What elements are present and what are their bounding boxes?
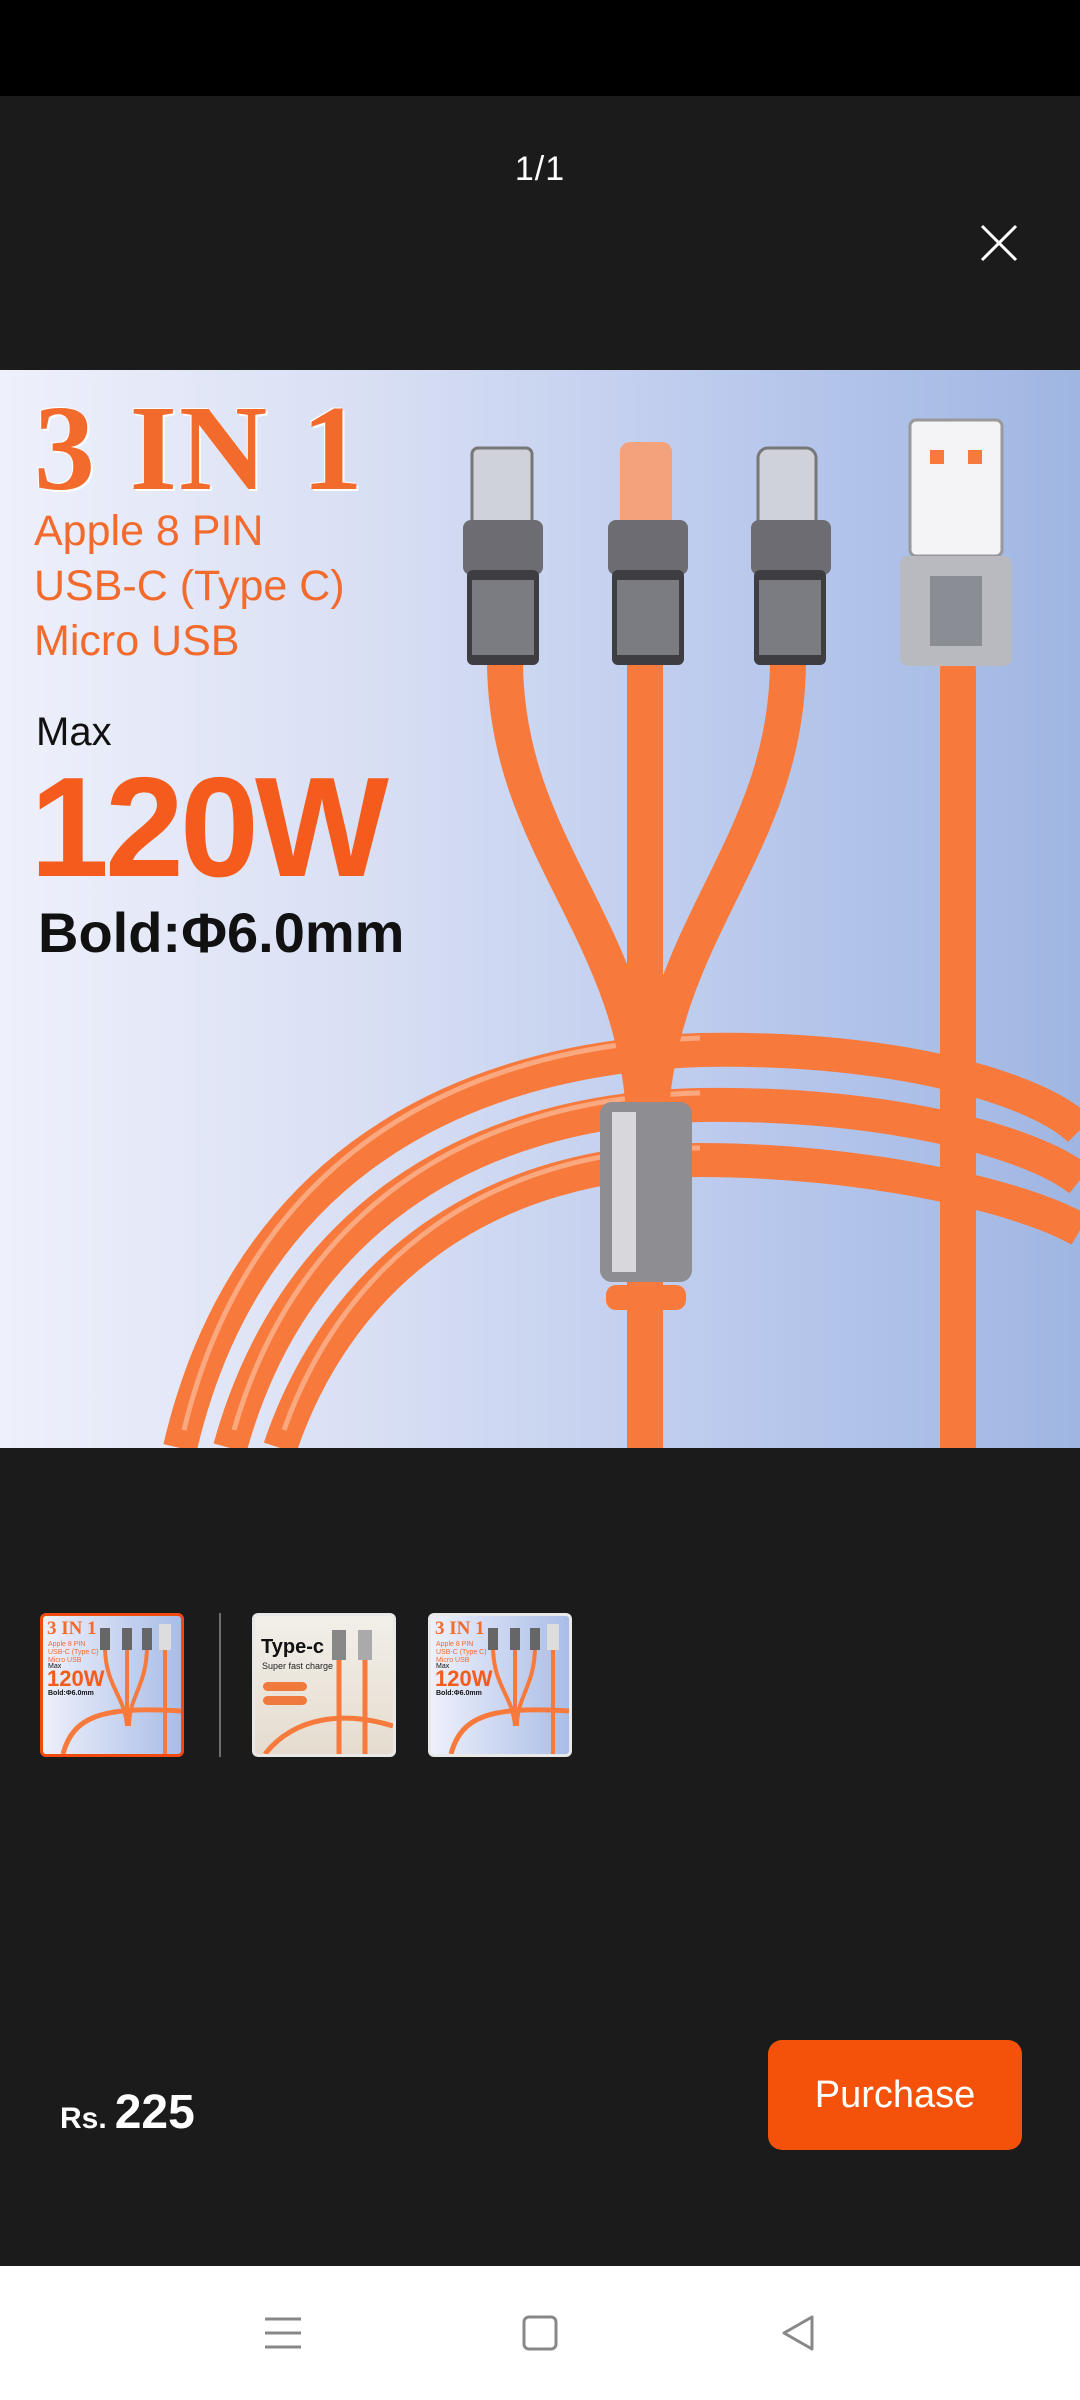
thumbnail-strip: 3 IN 1 Apple 8 PIN USB-C (Type C) Micro … — [0, 1613, 1080, 1757]
thumb-cable-art — [448, 1624, 569, 1754]
price-amount: 225 — [114, 2086, 195, 2139]
image-title: 3 IN 1 — [34, 381, 365, 516]
thumbnail-3[interactable]: 3 IN 1 Apple 8 PIN USB-C (Type C) Micro … — [428, 1613, 572, 1757]
close-button[interactable] — [968, 212, 1030, 274]
status-bar — [0, 0, 1080, 96]
thumbnail-divider — [219, 1613, 221, 1757]
close-icon — [980, 224, 1018, 262]
system-nav-bar — [0, 2266, 1080, 2400]
back-button[interactable] — [773, 2308, 823, 2358]
image-line-micro: Micro USB — [34, 617, 240, 665]
image-line-apple: Apple 8 PIN — [34, 507, 264, 555]
image-bold-label: Bold:Φ6.0mm — [38, 901, 405, 964]
purchase-button[interactable]: Purchase — [768, 2040, 1022, 2150]
home-square-icon — [522, 2315, 558, 2351]
image-line-usbc: USB-C (Type C) — [34, 562, 345, 610]
thumbnail-2[interactable]: Type-c Super fast charge — [252, 1613, 396, 1757]
product-main-image[interactable]: 3 IN 1 Apple 8 PIN USB-C (Type C) Micro … — [0, 370, 1080, 1448]
recent-apps-button[interactable] — [258, 2308, 308, 2358]
price-currency: Rs. — [60, 2102, 107, 2135]
image-counter: 1/1 — [514, 150, 566, 188]
back-triangle-icon — [782, 2315, 814, 2351]
thumb-cable-art — [60, 1624, 181, 1754]
thumbnail-1[interactable]: 3 IN 1 Apple 8 PIN USB-C (Type C) Micro … — [40, 1613, 184, 1757]
price: Rs. 225 — [60, 2085, 195, 2140]
home-button[interactable] — [515, 2308, 565, 2358]
menu-icon — [265, 2317, 301, 2349]
image-wattage: 120W — [30, 748, 389, 907]
thumb-cable-art — [263, 1630, 393, 1754]
